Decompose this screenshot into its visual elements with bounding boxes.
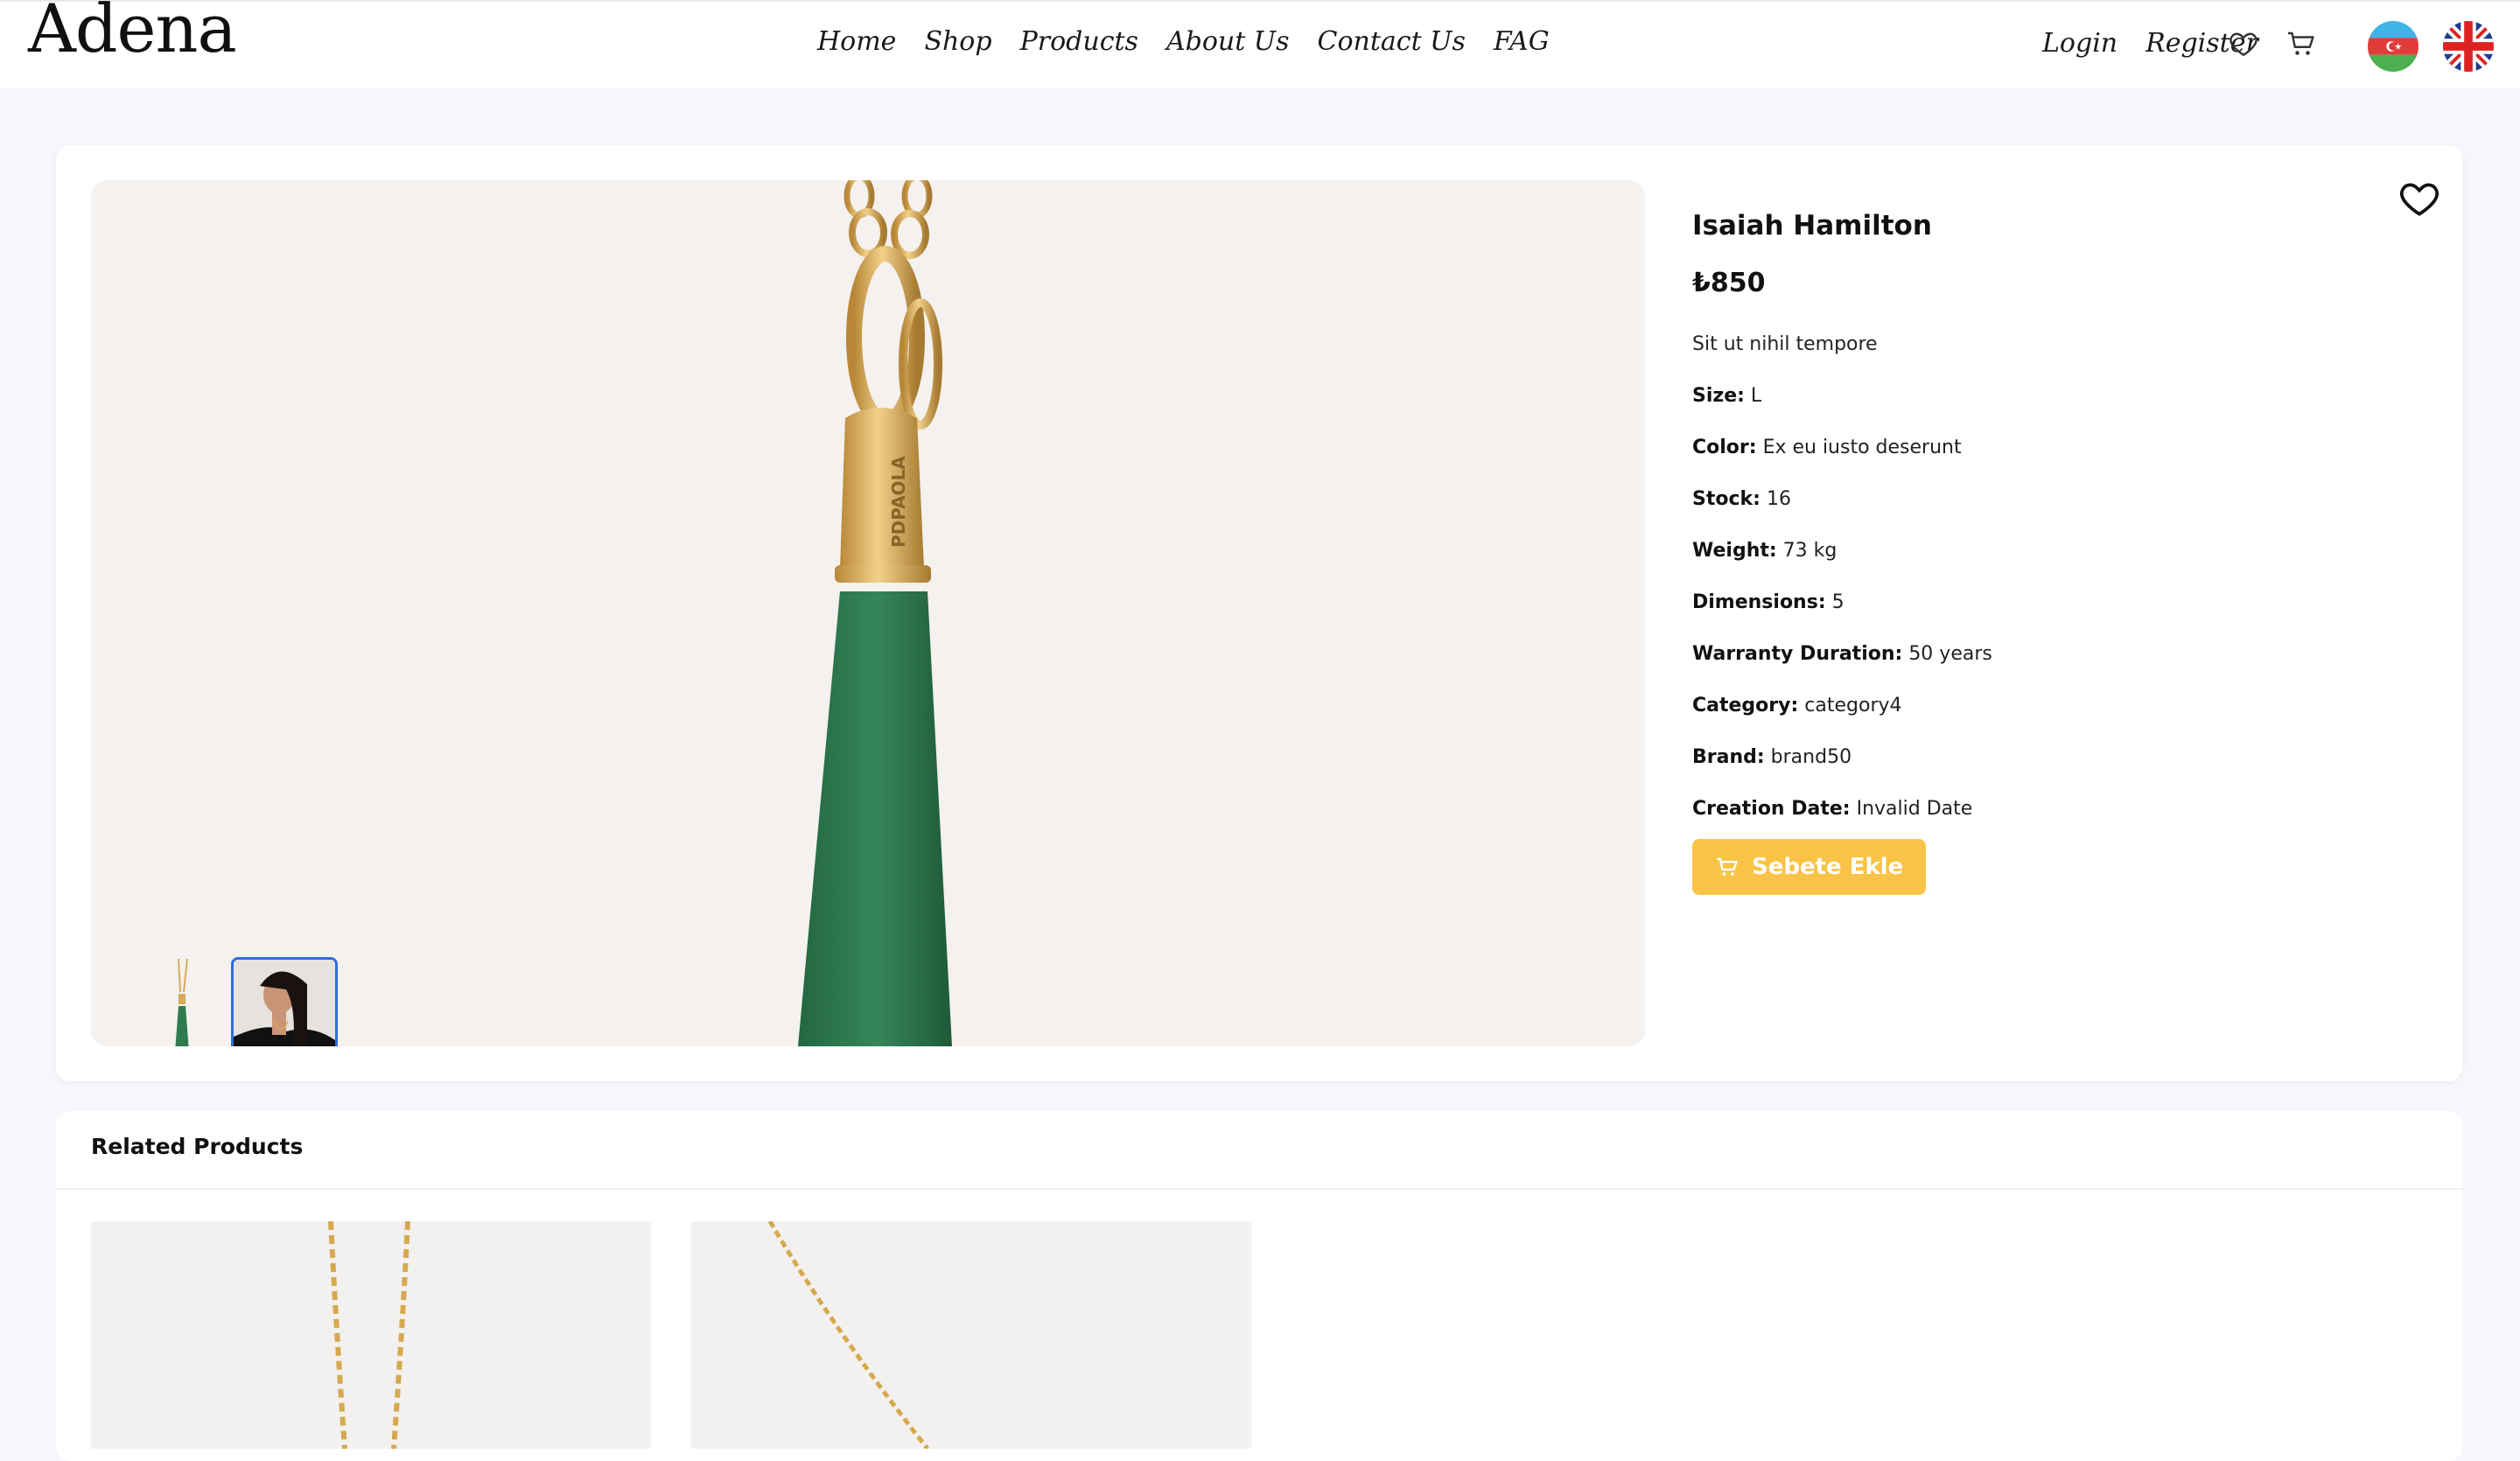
product-info: Isaiah Hamilton ₺850 Sit ut nihil tempor…: [1692, 210, 2305, 895]
nav-contact-us[interactable]: Contact Us: [1317, 26, 1465, 57]
spec-label: Brand:: [1692, 746, 1765, 768]
spec-value: 16: [1766, 488, 1791, 510]
nav-products[interactable]: Products: [1020, 26, 1138, 57]
cart-icon: [1717, 857, 1738, 877]
divider: [56, 1188, 2462, 1190]
related-product-image: [767, 1221, 929, 1449]
spec-label: Warranty Duration:: [1692, 643, 1903, 665]
product-title: Isaiah Hamilton: [1692, 210, 1932, 241]
related-products-title: Related Products: [91, 1134, 304, 1159]
spec-label: Creation Date:: [1692, 798, 1851, 820]
product-price: ₺850: [1692, 268, 1766, 298]
add-to-cart-button[interactable]: Sebete Ekle: [1692, 839, 1927, 895]
spec-value: category4: [1804, 695, 1902, 717]
spec-label: Color:: [1692, 437, 1757, 458]
login-link[interactable]: Login: [2042, 28, 2118, 59]
nav-faq[interactable]: FAG: [1494, 26, 1550, 57]
spec-label: Dimensions:: [1692, 591, 1826, 613]
logo[interactable]: Adena: [28, 0, 237, 67]
product-image-gallery[interactable]: PDPAOLA: [91, 180, 1645, 1046]
product-description: Sit ut nihil tempore: [1692, 333, 1878, 355]
spec-brand: Brand: brand50: [1692, 746, 2305, 768]
site-header: Adena Home Shop Products About Us Contac…: [0, 0, 2520, 87]
azerbaijan-flag-icon[interactable]: [2368, 21, 2418, 72]
spec-label: Weight:: [1692, 540, 1777, 562]
spec-stock: Stock: 16: [1692, 488, 2305, 510]
product-card: PDPAOLA Isaiah Hamilton ₺850 Sit ut nihi…: [56, 145, 2462, 1081]
thumbnail-2[interactable]: [231, 957, 338, 1046]
wishlist-heart-icon[interactable]: [2398, 177, 2441, 220]
related-products: Related Products: [56, 1111, 2462, 1461]
spec-value: Ex eu iusto deserunt: [1762, 437, 1962, 458]
nav-shop[interactable]: Shop: [924, 26, 991, 57]
heart-icon[interactable]: [2228, 28, 2259, 59]
thumbnail-1[interactable]: [130, 957, 236, 1046]
spec-creation-date: Creation Date: Invalid Date: [1692, 798, 2305, 820]
uk-flag-icon[interactable]: [2443, 21, 2494, 72]
spec-size: Size: L: [1692, 385, 2305, 407]
spec-label: Size:: [1692, 385, 1745, 407]
spec-category: Category: category4: [1692, 695, 2305, 717]
spec-label: Category:: [1692, 695, 1799, 717]
spec-value: 50 years: [1908, 643, 1992, 665]
spec-value: brand50: [1770, 746, 1852, 768]
auth-links: Login Register: [2042, 28, 2258, 59]
cart-icon[interactable]: [2286, 28, 2317, 59]
spec-value: Invalid Date: [1856, 798, 1973, 820]
spec-color: Color: Ex eu iusto deserunt: [1692, 437, 2305, 458]
spec-warranty: Warranty Duration: 50 years: [1692, 643, 2305, 665]
spec-dimensions: Dimensions: 5: [1692, 591, 2305, 613]
spec-value: L: [1750, 385, 1762, 407]
nav-about-us[interactable]: About Us: [1166, 26, 1290, 57]
spec-weight: Weight: 73 kg: [1692, 540, 2305, 562]
main-nav: Home Shop Products About Us Contact Us F…: [817, 26, 1550, 57]
product-main-image: PDPAOLA: [798, 180, 952, 1046]
nav-home[interactable]: Home: [817, 26, 896, 57]
spec-value: 5: [1831, 591, 1844, 613]
spec-label: Stock:: [1692, 488, 1760, 510]
related-product-image: [328, 1221, 410, 1449]
related-product-card[interactable]: [691, 1221, 1251, 1449]
add-to-cart-label: Sebete Ekle: [1752, 854, 1904, 880]
pendant-engraving: PDPAOLA: [888, 456, 909, 548]
related-product-card[interactable]: [91, 1221, 651, 1449]
spec-value: 73 kg: [1782, 540, 1838, 562]
